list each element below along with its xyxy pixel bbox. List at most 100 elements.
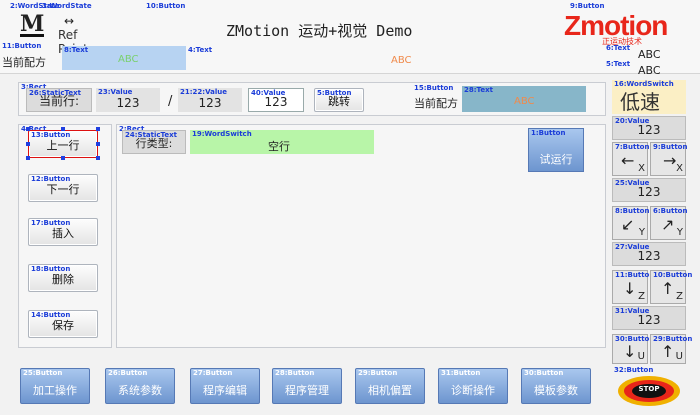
recipe-name-text: 8:Text ABC (62, 46, 186, 70)
row-type-switch[interactable]: 19:WordSwitch 空行 (190, 130, 374, 154)
axis-y-label: Y (638, 227, 645, 238)
insert-row-button[interactable]: 17:Button 插入 (28, 218, 98, 246)
row-type-value: 空行 (268, 140, 290, 153)
recipe-label: 当前配方 (2, 56, 46, 69)
current-row-number: 123 (116, 96, 140, 110)
tag-label: 28:Text (464, 86, 493, 94)
estop-label: STOP (638, 385, 660, 393)
save-label: 保存 (52, 319, 74, 332)
total-row-number: 123 (198, 96, 222, 110)
jog-x-plus-button[interactable]: 9:Button → X (650, 142, 687, 176)
jump-row-input[interactable]: 40:Value 123 (248, 88, 304, 112)
tag-label: 11:Button (2, 42, 42, 50)
recipe2-value: ABC (514, 96, 535, 107)
nav-machining-button[interactable]: 25:Button 加工操作 (20, 368, 90, 404)
arrow-up-right-icon: ↗ (661, 215, 675, 234)
jump-button[interactable]: 5:Button 跳转 (314, 88, 364, 112)
x-position-number: 123 (637, 123, 661, 137)
nav-camera-offset-button[interactable]: 29:Button 相机偏置 (355, 368, 425, 404)
y-position-value: 25:Value 123 (612, 178, 686, 202)
ref-point-indicator[interactable]: 3:WordState ↔ Ref Point (42, 2, 102, 56)
axis-z-label: Z (676, 291, 683, 302)
status-text-4-value: ABC (391, 55, 412, 66)
tag-label: 29:Button (358, 369, 398, 377)
axis-y-label: Y (676, 227, 683, 238)
tag-label: 6:Text (606, 44, 631, 52)
status-text-5: 5:Text ABC (604, 60, 694, 77)
jog-x-minus-button[interactable]: 7:Button ← X (612, 142, 650, 176)
home-state-indicator[interactable]: 2:WordState M (10, 2, 60, 38)
arrow-down-left-icon: ↙ (621, 215, 635, 234)
insert-row-label: 插入 (52, 227, 74, 240)
tag-label: 23:Value (98, 88, 133, 96)
tag-label: 28:Button (275, 369, 315, 377)
tag-label: 32:Button (614, 366, 654, 374)
emergency-stop-button[interactable]: 32:Button STOP (612, 366, 686, 410)
page-title: ZMotion 运动+视觉 Demo (226, 22, 413, 40)
prev-row-label: 上一行 (46, 139, 80, 152)
trial-run-label: 试运行 (539, 153, 573, 166)
selection-handle[interactable] (26, 156, 30, 160)
selection-handle[interactable] (26, 127, 30, 131)
selection-handle[interactable] (96, 127, 100, 131)
nav-template-params-button[interactable]: 30:Button 模板参数 (521, 368, 591, 404)
nav-template-params-label: 模板参数 (534, 384, 578, 397)
delete-row-label: 删除 (52, 273, 74, 286)
selection-handle[interactable] (61, 127, 65, 131)
save-button[interactable]: 14:Button 保存 (28, 310, 98, 338)
recipe2-label: 当前配方 (414, 97, 458, 110)
nav-camera-offset-label: 相机偏置 (368, 384, 412, 397)
slash-divider: / (168, 94, 173, 109)
logo-button[interactable]: 9:Button Zmotion 正运动技术 (560, 2, 695, 46)
z-position-number: 123 (637, 249, 661, 263)
selection-handle[interactable] (96, 156, 100, 160)
tag-label: 21:22:Value (180, 88, 227, 96)
arrow-up-icon: ↑ (661, 342, 675, 361)
home-m-glyph: M (20, 11, 45, 37)
jog-y-minus-button[interactable]: 8:Button ↙ Y (612, 206, 649, 240)
jump-row-number: 123 (264, 95, 288, 109)
prev-row-button[interactable]: 13:Button 上一行 (28, 130, 98, 158)
z-position-value: 27:Value 123 (612, 242, 686, 266)
trial-run-button[interactable]: 1:Button 试运行 (528, 128, 584, 172)
jog-z-minus-button[interactable]: 11:Button ↓ Z (612, 270, 654, 304)
delete-row-button[interactable]: 18:Button 删除 (28, 264, 98, 292)
nav-program-manage-button[interactable]: 28:Button 程序管理 (272, 368, 342, 404)
arrow-down-icon: ↓ (623, 279, 637, 298)
selection-handle[interactable] (96, 142, 100, 146)
next-row-button[interactable]: 12:Button 下一行 (28, 174, 98, 202)
selection-handle[interactable] (61, 156, 65, 160)
recipe-name-value: ABC (118, 54, 139, 65)
u-position-number: 123 (637, 313, 661, 327)
tag-label: 7:Button (615, 143, 650, 151)
tag-label: 1:Button (531, 129, 566, 137)
title-button[interactable]: 10:Button ZMotion 运动+视觉 Demo (146, 2, 446, 40)
tag-label: 4:Text (188, 46, 213, 54)
speed-value: 低速 (620, 90, 660, 114)
tag-label: 31:Button (441, 369, 481, 377)
nav-diagnostics-button[interactable]: 31:Button 诊断操作 (438, 368, 508, 404)
tag-label: 30:Button (524, 369, 564, 377)
nav-program-edit-label: 程序编辑 (203, 384, 247, 397)
jog-u-plus-button[interactable]: 29:Button ↑ U (650, 334, 692, 364)
nav-diagnostics-label: 诊断操作 (451, 384, 495, 397)
arrow-right-icon: → (663, 151, 677, 170)
tag-label: 8:Text (64, 46, 89, 54)
nav-program-edit-button[interactable]: 27:Button 程序编辑 (190, 368, 260, 404)
status-text-5-value: ABC (638, 64, 661, 77)
u-position-value: 31:Value 123 (612, 306, 686, 330)
jog-y-plus-button[interactable]: 6:Button ↗ Y (650, 206, 687, 240)
tag-label: 27:Button (193, 369, 233, 377)
speed-switch[interactable]: 16:WordSwitch 低速 (612, 80, 686, 114)
jog-u-minus-button[interactable]: 30:Button ↓ U (612, 334, 654, 364)
recipe-button[interactable]: 11:Button 当前配方 (0, 42, 62, 70)
current-row-static: 26:StaticText 当前行: (26, 88, 92, 112)
axis-z-label: Z (638, 291, 645, 302)
jog-z-plus-button[interactable]: 10:Button ↑ Z (650, 270, 692, 304)
tag-label: 26:Button (108, 369, 148, 377)
selection-handle[interactable] (26, 142, 30, 146)
nav-system-params-button[interactable]: 26:Button 系统参数 (105, 368, 175, 404)
row-type-static: 24:StaticText 行类型: (122, 130, 186, 154)
recipe2-button[interactable]: 15:Button 当前配方 (412, 84, 462, 110)
total-row-value: 21:22:Value 123 (178, 88, 242, 112)
